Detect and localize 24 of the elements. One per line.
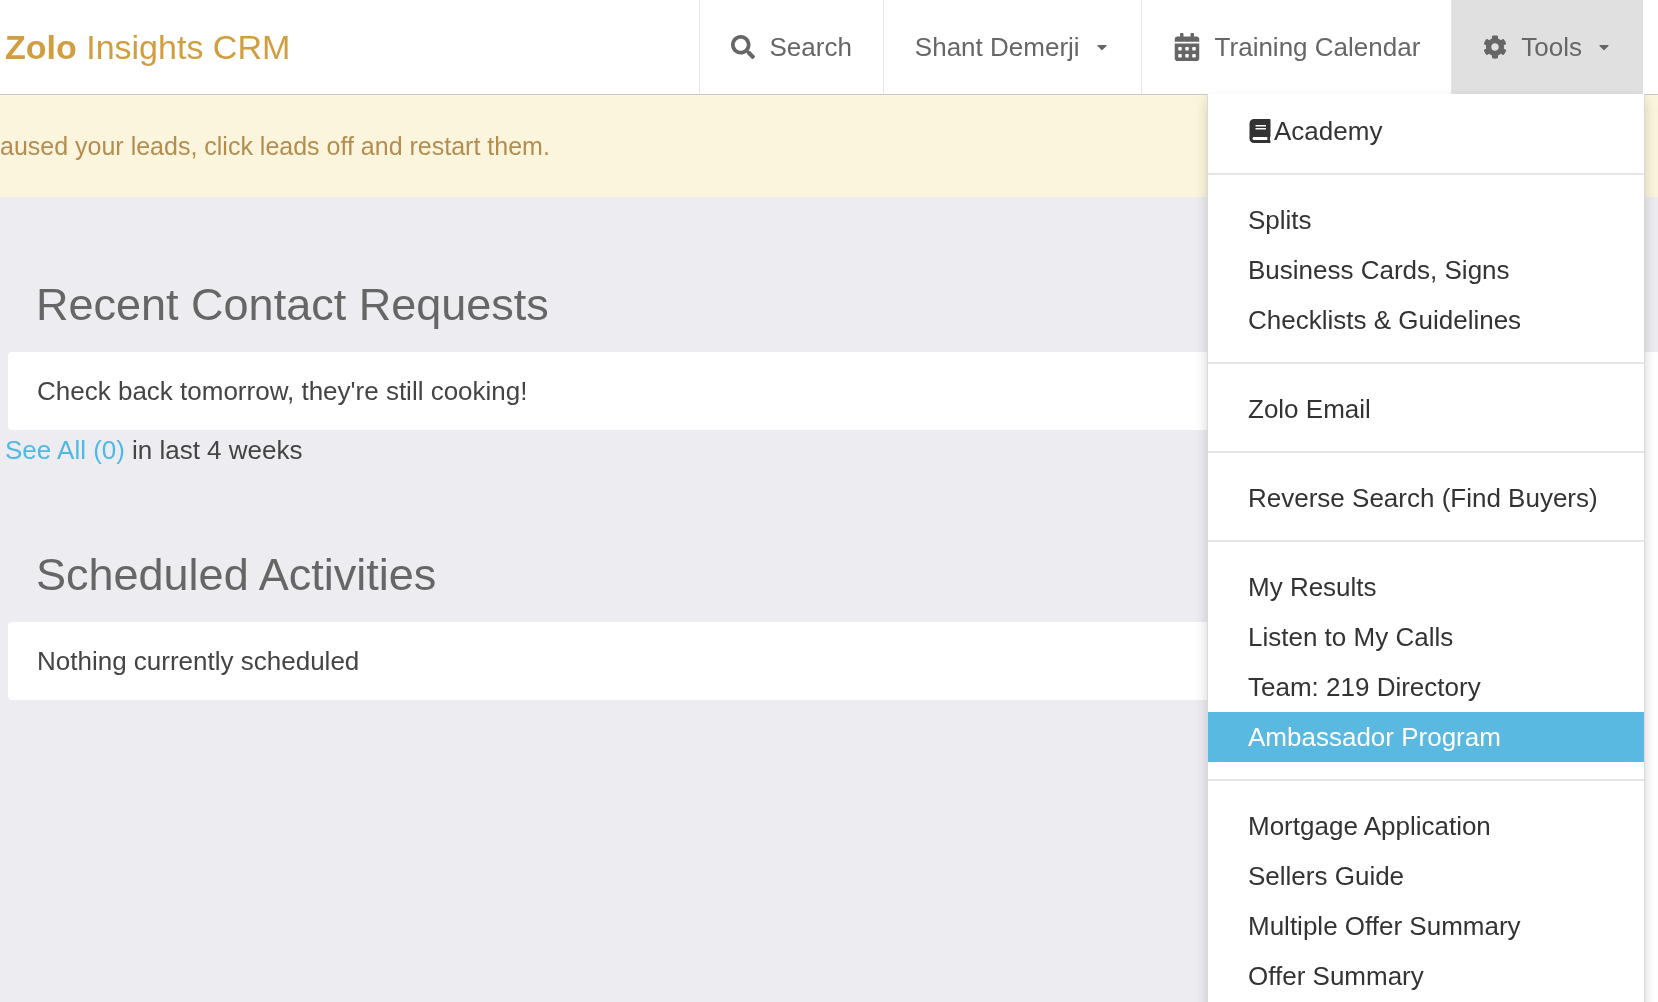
search-icon [731,35,756,59]
message-text: Check back tomorrow, they're still cooking! [37,375,528,407]
calendar-icon [1172,33,1201,61]
dropdown-menu-item[interactable]: Team: 219 Directory [1208,662,1644,712]
book-icon [1248,119,1272,143]
section-heading: Recent Contact Requests [36,278,549,332]
message-text: Nothing currently scheduled [37,645,360,677]
section-heading: Scheduled Activities [36,548,437,602]
nav-menu-item[interactable]: Tools [1451,0,1643,94]
footer-note: in last 4 weeks [131,434,303,466]
dropdown-menu-item[interactable]: Mortgage Application [1208,801,1644,851]
alert-text: aused your leads, click leads off and restart them. [0,131,550,161]
dropdown-menu-item[interactable]: Reverse Search (Find Buyers) [1208,473,1644,523]
dropdown-menu-item[interactable]: Splits [1208,195,1644,245]
dropdown-menu-item[interactable]: Sellers Guide [1208,851,1644,901]
dropdown-menu-item[interactable]: Multiple Offer Summary [1208,901,1644,951]
dropdown-menu-item[interactable]: Offer Summary [1208,951,1644,1001]
dropdown-menu-item[interactable]: Checklists & Guidelines [1208,295,1644,345]
settings-icon [1483,35,1508,59]
dropdown-menu-item[interactable]: Listen to My Calls [1208,612,1644,662]
dropdown-menu-item[interactable]: Business Cards, Signs [1208,245,1644,295]
dropdown-menu-item[interactable]: My Results [1208,562,1644,612]
dropdown-menu-item[interactable]: Academy [1208,106,1644,156]
dropdown-menu-item[interactable]: Zolo Email [1208,384,1644,434]
